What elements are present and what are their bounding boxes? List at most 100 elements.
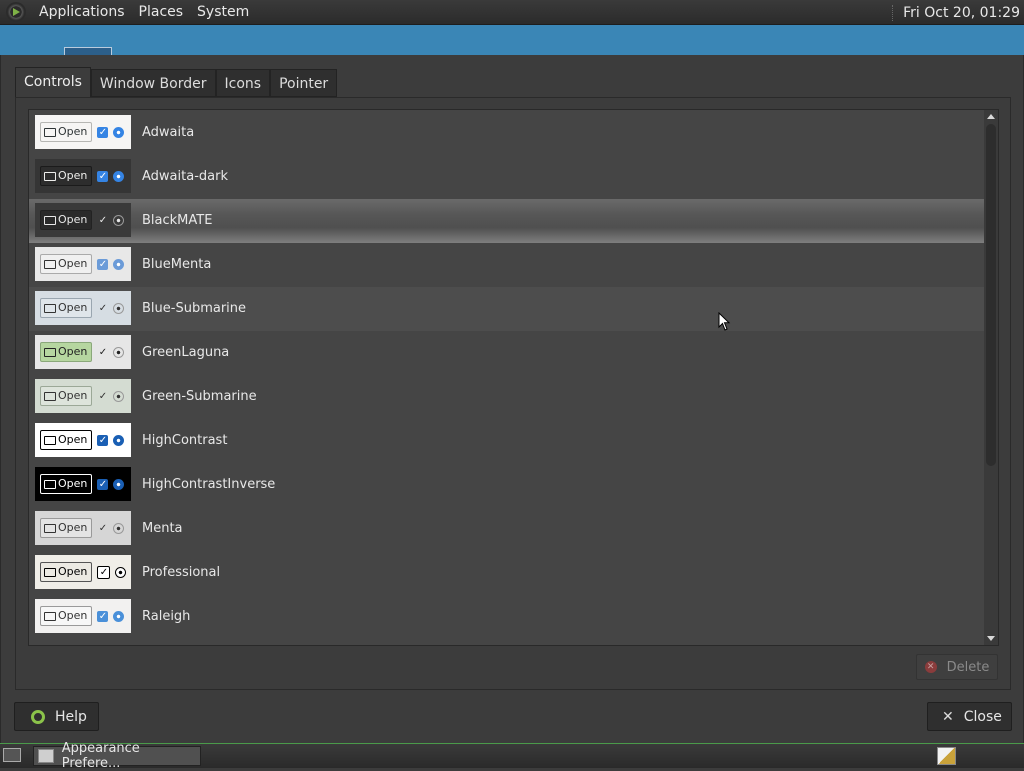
preview-open-label: Open bbox=[58, 433, 88, 446]
theme-row[interactable]: Open ✓ GreenLaguna bbox=[29, 331, 985, 375]
theme-preview: Open ✓ bbox=[35, 555, 131, 589]
preview-open-button: Open bbox=[40, 166, 93, 186]
show-desktop-icon[interactable] bbox=[3, 748, 21, 762]
preview-checkbox-icon: ✓ bbox=[97, 170, 109, 182]
theme-row[interactable]: Open ✓ HighContrast bbox=[29, 419, 985, 463]
preview-radio-icon bbox=[113, 302, 125, 314]
preview-open-label: Open bbox=[58, 521, 88, 534]
preview-radio-icon bbox=[113, 478, 125, 490]
scroll-up-arrow-icon[interactable] bbox=[987, 114, 995, 119]
tab-bar: Controls Window Border Icons Pointer bbox=[15, 67, 338, 98]
preview-open-label: Open bbox=[58, 169, 88, 182]
theme-row[interactable]: Open ✓ BlackMATE bbox=[29, 199, 985, 243]
folder-icon bbox=[44, 611, 56, 621]
preview-open-button: Open bbox=[40, 298, 93, 318]
theme-row[interactable]: Open ✓ HighContrastInverse bbox=[29, 463, 985, 507]
theme-preview: Open ✓ bbox=[35, 203, 131, 237]
theme-row[interactable]: Open ✓ Professional bbox=[29, 551, 985, 595]
theme-name: Green-Submarine bbox=[142, 389, 257, 404]
help-icon bbox=[31, 709, 45, 724]
theme-preview: Open ✓ bbox=[35, 159, 131, 193]
help-button-label: Help bbox=[55, 708, 87, 725]
preview-radio-icon bbox=[113, 522, 125, 534]
preview-radio-icon bbox=[113, 346, 125, 358]
close-button-label: Close bbox=[963, 708, 1002, 725]
theme-preview: Open ✓ bbox=[35, 511, 131, 545]
bottom-panel: Appearance Prefere... bbox=[0, 741, 1024, 771]
system-menu[interactable]: System bbox=[190, 4, 256, 20]
places-menu[interactable]: Places bbox=[132, 4, 191, 20]
mate-logo-icon[interactable] bbox=[6, 2, 26, 22]
close-icon: ✕ bbox=[942, 708, 954, 725]
preview-open-label: Open bbox=[58, 345, 88, 358]
preview-radio-icon bbox=[113, 434, 125, 446]
theme-name: Adwaita-dark bbox=[142, 169, 228, 184]
help-button[interactable]: Help bbox=[14, 702, 99, 731]
preview-open-button: Open bbox=[40, 518, 93, 538]
theme-row[interactable]: Open ✓ Raleigh bbox=[29, 595, 985, 639]
preview-checkbox-icon: ✓ bbox=[97, 565, 111, 579]
clock[interactable]: Fri Oct 20, 01:29 bbox=[892, 0, 1020, 25]
delete-button[interactable]: ✕ Delete bbox=[916, 654, 998, 680]
applications-menu[interactable]: Applications bbox=[32, 4, 132, 20]
preview-radio-icon bbox=[113, 214, 125, 226]
preview-open-label: Open bbox=[58, 213, 88, 226]
theme-row[interactable]: Open ✓ Adwaita-dark bbox=[29, 155, 985, 199]
preview-checkbox-icon: ✓ bbox=[97, 214, 109, 226]
preview-open-label: Open bbox=[58, 125, 88, 138]
preview-open-label: Open bbox=[58, 389, 88, 402]
clock-label: Fri Oct 20, 01:29 bbox=[903, 4, 1020, 21]
theme-name: Menta bbox=[142, 521, 183, 536]
theme-row[interactable]: Open ✓ BlueMenta bbox=[29, 243, 985, 287]
preview-checkbox-icon: ✓ bbox=[97, 346, 109, 358]
delete-icon: ✕ bbox=[924, 661, 937, 673]
theme-row[interactable]: Open ✓ Green-Submarine bbox=[29, 375, 985, 419]
preview-open-button: Open bbox=[40, 430, 93, 450]
scrollbar[interactable] bbox=[984, 110, 998, 645]
preview-radio-icon bbox=[113, 126, 125, 138]
theme-preview: Open ✓ bbox=[35, 423, 131, 457]
folder-icon bbox=[44, 303, 56, 313]
preview-open-button: Open bbox=[40, 122, 93, 142]
appearance-app-icon bbox=[38, 749, 54, 763]
theme-row[interactable]: Open ✓ Blue-Submarine bbox=[29, 287, 985, 331]
theme-name: GreenLaguna bbox=[142, 345, 230, 360]
preview-radio-icon bbox=[113, 610, 125, 622]
theme-row[interactable]: Open ✓ Adwaita bbox=[29, 111, 985, 155]
preview-open-button: Open bbox=[40, 474, 93, 494]
preview-open-button: Open bbox=[40, 606, 93, 626]
scroll-down-arrow-icon[interactable] bbox=[987, 636, 995, 641]
preview-checkbox-icon: ✓ bbox=[97, 434, 109, 446]
tab-icons[interactable]: Icons bbox=[215, 69, 271, 97]
theme-name: HighContrast bbox=[142, 433, 228, 448]
folder-icon bbox=[44, 347, 56, 357]
close-button[interactable]: ✕ Close bbox=[927, 702, 1012, 731]
theme-name: Raleigh bbox=[142, 609, 191, 624]
preview-open-label: Open bbox=[58, 609, 88, 622]
theme-preview: Open ✓ bbox=[35, 115, 131, 149]
preview-radio-icon bbox=[113, 170, 125, 182]
theme-name: BlueMenta bbox=[142, 257, 212, 272]
tab-pointer[interactable]: Pointer bbox=[270, 69, 338, 97]
preview-checkbox-icon: ✓ bbox=[97, 390, 109, 402]
notification-tray-icon[interactable] bbox=[937, 747, 956, 765]
preview-radio-icon bbox=[115, 566, 127, 578]
theme-row[interactable]: Open ✓ Menta bbox=[29, 507, 985, 551]
controls-page: Open ✓ Adwaita Open ✓ Adwaita-dark Open ✓ BlackM… bbox=[15, 97, 1011, 690]
folder-icon bbox=[44, 259, 56, 269]
theme-name: Professional bbox=[142, 565, 221, 580]
delete-button-label: Delete bbox=[946, 659, 990, 675]
preview-radio-icon bbox=[113, 258, 125, 270]
taskbar-window-button[interactable]: Appearance Prefere... bbox=[33, 741, 201, 771]
theme-name: BlackMATE bbox=[142, 213, 213, 228]
scroll-thumb[interactable] bbox=[986, 124, 996, 466]
preview-checkbox-icon: ✓ bbox=[97, 126, 109, 138]
folder-icon bbox=[44, 523, 56, 533]
folder-icon bbox=[44, 567, 56, 577]
tab-controls[interactable]: Controls bbox=[15, 67, 91, 98]
preview-open-label: Open bbox=[58, 301, 88, 314]
tab-window-border[interactable]: Window Border bbox=[90, 69, 216, 97]
top-panel: Applications Places System Fri Oct 20, 0… bbox=[0, 0, 1024, 25]
theme-preview: Open ✓ bbox=[35, 379, 131, 413]
taskbar-window-title: Appearance Prefere... bbox=[61, 741, 140, 771]
